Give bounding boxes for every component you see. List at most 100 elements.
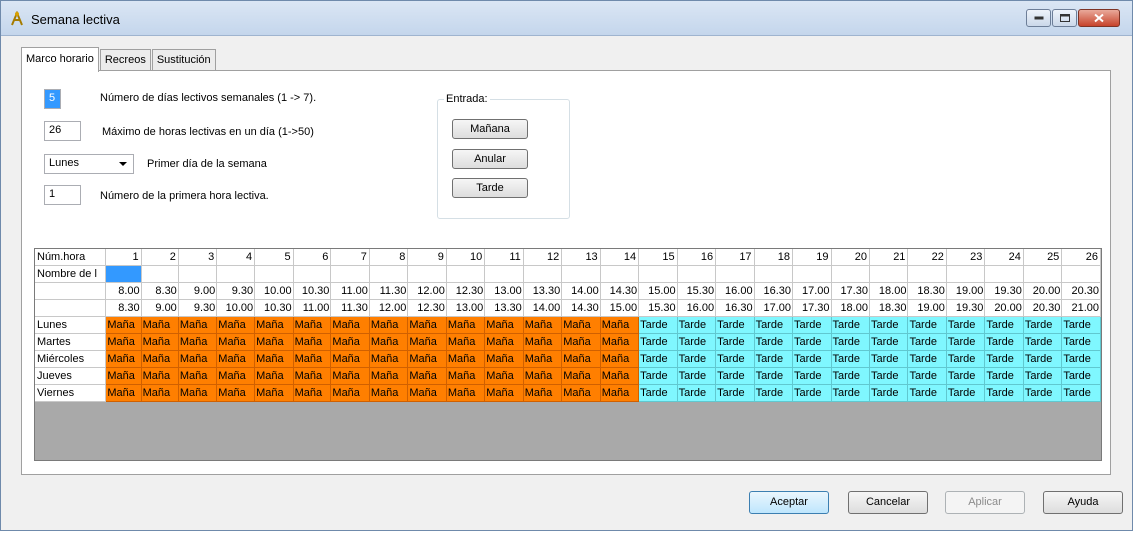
tab-recreos[interactable]: Recreos	[99, 49, 151, 71]
minimize-button[interactable]	[1026, 9, 1051, 27]
hour-name-cell[interactable]	[216, 265, 256, 283]
afternoon-cell[interactable]: Tarde	[638, 367, 678, 385]
anular-button[interactable]: Anular	[452, 149, 528, 169]
start-time-cell[interactable]: 9.30	[216, 282, 256, 300]
afternoon-cell[interactable]: Tarde	[1061, 350, 1101, 368]
afternoon-cell[interactable]: Tarde	[984, 350, 1024, 368]
first-hour-input[interactable]: 1	[44, 185, 81, 205]
afternoon-cell[interactable]: Tarde	[638, 384, 678, 402]
afternoon-cell[interactable]: Tarde	[1061, 333, 1101, 351]
end-time-cell[interactable]: 10.30	[254, 299, 294, 317]
morning-cell[interactable]: Maña	[254, 316, 294, 334]
morning-cell[interactable]: Maña	[105, 316, 142, 334]
afternoon-cell[interactable]: Tarde	[831, 384, 870, 402]
afternoon-cell[interactable]: Tarde	[907, 350, 947, 368]
morning-cell[interactable]: Maña	[141, 350, 179, 368]
afternoon-cell[interactable]: Tarde	[677, 350, 717, 368]
start-time-cell[interactable]: 20.30	[1061, 282, 1101, 300]
hour-name-cell[interactable]	[638, 265, 678, 283]
morning-cell[interactable]: Maña	[484, 367, 524, 385]
hour-name-cell[interactable]	[105, 265, 142, 283]
end-time-cell[interactable]: 9.00	[141, 299, 179, 317]
start-time-cell[interactable]: 12.00	[407, 282, 447, 300]
morning-cell[interactable]: Maña	[446, 333, 486, 351]
hour-name-cell[interactable]	[561, 265, 601, 283]
morning-cell[interactable]: Maña	[254, 333, 294, 351]
morning-cell[interactable]: Maña	[484, 384, 524, 402]
start-time-cell[interactable]: 12.30	[446, 282, 486, 300]
afternoon-cell[interactable]: Tarde	[907, 333, 947, 351]
afternoon-cell[interactable]: Tarde	[984, 384, 1024, 402]
afternoon-cell[interactable]: Tarde	[1023, 333, 1063, 351]
start-time-cell[interactable]: 19.30	[984, 282, 1024, 300]
morning-cell[interactable]: Maña	[178, 367, 218, 385]
afternoon-cell[interactable]: Tarde	[907, 384, 947, 402]
afternoon-cell[interactable]: Tarde	[946, 316, 986, 334]
end-time-cell[interactable]: 20.30	[1023, 299, 1063, 317]
hour-name-cell[interactable]	[407, 265, 447, 283]
morning-cell[interactable]: Maña	[105, 384, 142, 402]
afternoon-cell[interactable]: Tarde	[754, 316, 794, 334]
morning-cell[interactable]: Maña	[105, 350, 142, 368]
aplicar-button[interactable]: Aplicar	[945, 491, 1025, 514]
start-time-cell[interactable]: 8.30	[141, 282, 179, 300]
afternoon-cell[interactable]: Tarde	[1023, 316, 1063, 334]
schedule-grid[interactable]: Núm.hora 1 2 3 4 5 6 7 8 9 10 11 12 13 14 15 16 17 18 19 20 2…	[34, 248, 1102, 461]
hour-name-cell[interactable]	[677, 265, 717, 283]
morning-cell[interactable]: Maña	[141, 384, 179, 402]
morning-cell[interactable]: Maña	[407, 367, 447, 385]
afternoon-cell[interactable]: Tarde	[869, 316, 909, 334]
hour-name-cell[interactable]	[792, 265, 832, 283]
end-time-cell[interactable]: 17.30	[792, 299, 832, 317]
morning-cell[interactable]: Maña	[216, 350, 256, 368]
morning-cell[interactable]: Maña	[178, 350, 218, 368]
tab-marco-horario[interactable]: Marco horario	[21, 47, 99, 72]
afternoon-cell[interactable]: Tarde	[946, 350, 986, 368]
afternoon-cell[interactable]: Tarde	[946, 333, 986, 351]
start-time-cell[interactable]: 10.30	[293, 282, 332, 300]
afternoon-cell[interactable]: Tarde	[792, 384, 832, 402]
morning-cell[interactable]: Maña	[446, 316, 486, 334]
end-time-cell[interactable]: 13.30	[484, 299, 524, 317]
hour-name-cell[interactable]	[754, 265, 794, 283]
afternoon-cell[interactable]: Tarde	[907, 316, 947, 334]
end-time-cell[interactable]: 12.30	[407, 299, 447, 317]
afternoon-cell[interactable]: Tarde	[946, 384, 986, 402]
afternoon-cell[interactable]: Tarde	[677, 367, 717, 385]
afternoon-cell[interactable]: Tarde	[638, 333, 678, 351]
morning-cell[interactable]: Maña	[178, 333, 218, 351]
first-day-select[interactable]: Lunes	[44, 154, 134, 174]
afternoon-cell[interactable]: Tarde	[831, 367, 870, 385]
start-time-cell[interactable]: 11.00	[330, 282, 370, 300]
start-time-cell[interactable]: 19.00	[946, 282, 986, 300]
morning-cell[interactable]: Maña	[254, 384, 294, 402]
manana-button[interactable]: Mañana	[452, 119, 528, 139]
start-time-cell[interactable]: 13.30	[523, 282, 563, 300]
end-time-cell[interactable]: 20.00	[984, 299, 1024, 317]
morning-cell[interactable]: Maña	[446, 350, 486, 368]
morning-cell[interactable]: Maña	[178, 316, 218, 334]
morning-cell[interactable]: Maña	[254, 367, 294, 385]
afternoon-cell[interactable]: Tarde	[677, 316, 717, 334]
morning-cell[interactable]: Maña	[141, 367, 179, 385]
morning-cell[interactable]: Maña	[561, 384, 601, 402]
morning-cell[interactable]: Maña	[330, 384, 370, 402]
morning-cell[interactable]: Maña	[141, 316, 179, 334]
morning-cell[interactable]: Maña	[293, 367, 332, 385]
afternoon-cell[interactable]: Tarde	[792, 367, 832, 385]
morning-cell[interactable]: Maña	[407, 316, 447, 334]
afternoon-cell[interactable]: Tarde	[1023, 350, 1063, 368]
morning-cell[interactable]: Maña	[561, 367, 601, 385]
hour-name-cell[interactable]	[869, 265, 909, 283]
morning-cell[interactable]: Maña	[216, 384, 256, 402]
end-time-cell[interactable]: 9.30	[178, 299, 218, 317]
start-time-cell[interactable]: 15.30	[677, 282, 717, 300]
afternoon-cell[interactable]: Tarde	[869, 350, 909, 368]
morning-cell[interactable]: Maña	[369, 350, 409, 368]
morning-cell[interactable]: Maña	[600, 333, 640, 351]
aceptar-button[interactable]: Aceptar	[749, 491, 829, 514]
afternoon-cell[interactable]: Tarde	[754, 367, 794, 385]
morning-cell[interactable]: Maña	[293, 316, 332, 334]
afternoon-cell[interactable]: Tarde	[1061, 384, 1101, 402]
morning-cell[interactable]: Maña	[293, 350, 332, 368]
